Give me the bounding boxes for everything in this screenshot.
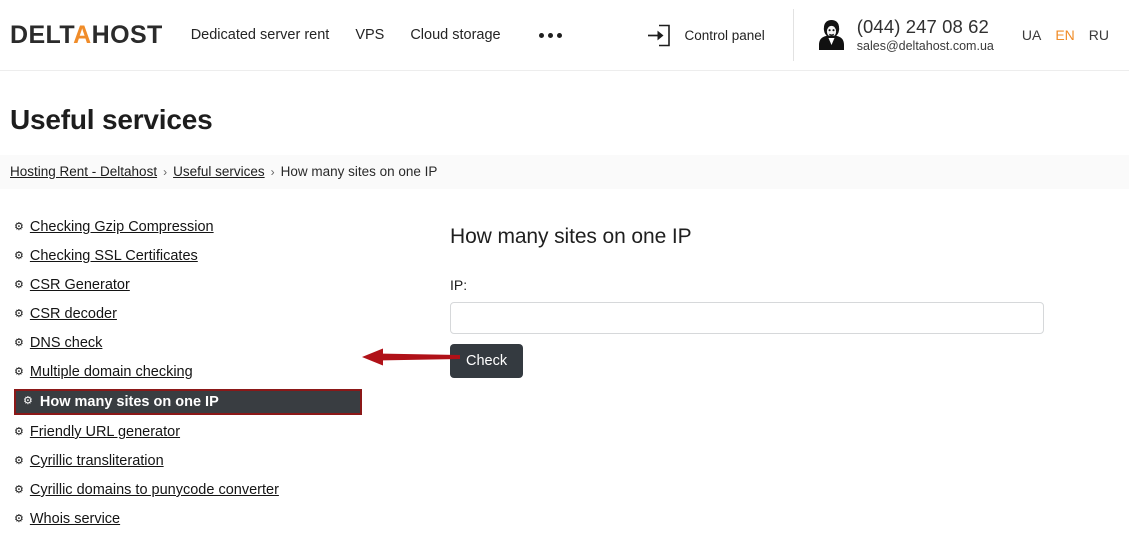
tool-heading: How many sites on one IP bbox=[450, 224, 692, 248]
logo-accent-letter: A bbox=[73, 20, 92, 49]
content-area: ⚙ Checking Gzip Compression ⚙ Checking S… bbox=[0, 189, 1129, 534]
check-button[interactable]: Check bbox=[450, 343, 524, 378]
sidebar-item-label: Cyrillic domains to punycode converter bbox=[29, 482, 279, 498]
ip-field-label: IP: bbox=[450, 276, 468, 293]
gear-icon: ⚙ bbox=[14, 365, 24, 378]
sidebar-item-label: Cyrillic transliteration bbox=[29, 453, 164, 469]
sidebar-item-csr-generator[interactable]: ⚙ CSR Generator bbox=[14, 271, 130, 300]
sidebar-item-how-many-sites-on-one-ip[interactable]: ⚙ How many sites on one IP bbox=[14, 388, 362, 415]
phone-number[interactable]: (044) 247 08 62 bbox=[857, 16, 994, 39]
sidebar-item-label: Multiple domain checking bbox=[29, 364, 193, 380]
sidebar-item-label: CSR Generator bbox=[29, 277, 130, 293]
breadcrumb-item-current: How many sites on one IP bbox=[280, 164, 438, 179]
login-icon bbox=[648, 24, 671, 46]
sidebar-item-label: Friendly URL generator bbox=[29, 424, 181, 440]
sidebar-item-dns-check[interactable]: ⚙ DNS check bbox=[14, 329, 102, 358]
more-menu-icon[interactable] bbox=[537, 29, 564, 42]
gear-icon: ⚙ bbox=[14, 425, 24, 438]
control-panel-label: Control panel bbox=[684, 27, 765, 43]
services-sidebar: ⚙ Checking Gzip Compression ⚙ Checking S… bbox=[0, 213, 440, 534]
breadcrumb-separator-2: › bbox=[270, 164, 275, 179]
email-address[interactable]: sales@deltahost.com.ua bbox=[857, 39, 994, 54]
dot-2 bbox=[547, 32, 553, 38]
logo-part-1: DELT bbox=[10, 20, 74, 49]
control-panel-link[interactable]: Control panel bbox=[646, 24, 792, 47]
nav-item-vps[interactable]: VPS bbox=[355, 27, 384, 43]
header-right-group: Control panel (044) 247 08 62 sales@delt… bbox=[646, 0, 1129, 70]
site-header: DELTAHOST Dedicated server rent VPS Clou… bbox=[0, 0, 1129, 71]
gear-icon: ⚙ bbox=[14, 278, 24, 291]
gear-icon: ⚙ bbox=[23, 395, 33, 407]
gear-icon: ⚙ bbox=[14, 512, 24, 525]
contact-block: (044) 247 08 62 sales@deltahost.com.ua bbox=[792, 9, 994, 61]
sidebar-item-checking-ssl-certificates[interactable]: ⚙ Checking SSL Certificates bbox=[14, 242, 198, 271]
primary-navigation: Dedicated server rent VPS Cloud storage bbox=[191, 27, 564, 43]
sidebar-item-friendly-url-generator[interactable]: ⚙ Friendly URL generator bbox=[14, 418, 180, 447]
sidebar-item-multiple-domain-checking[interactable]: ⚙ Multiple domain checking bbox=[14, 358, 193, 387]
ip-input[interactable] bbox=[450, 301, 1044, 334]
sidebar-item-label: DNS check bbox=[29, 335, 103, 351]
breadcrumb-separator-1: › bbox=[163, 164, 168, 179]
sidebar-item-label: Checking SSL Certificates bbox=[29, 248, 198, 264]
breadcrumb-item-useful-services[interactable]: Useful services bbox=[173, 164, 265, 179]
gear-icon: ⚙ bbox=[14, 307, 24, 320]
breadcrumb: Hosting Rent - Deltahost › Useful servic… bbox=[0, 154, 1129, 189]
sidebar-item-label: Checking Gzip Compression bbox=[29, 219, 214, 235]
logo-part-2: HOST bbox=[91, 20, 163, 49]
dot-3 bbox=[556, 32, 562, 38]
main-panel: How many sites on one IP IP: Check bbox=[440, 213, 1129, 378]
gear-icon: ⚙ bbox=[14, 220, 24, 233]
nav-item-dedicated-server-rent[interactable]: Dedicated server rent bbox=[191, 27, 330, 43]
page-title: Useful services bbox=[10, 103, 213, 135]
sidebar-item-csr-decoder[interactable]: ⚙ CSR decoder bbox=[14, 300, 117, 329]
sidebar-item-label: Whois service bbox=[29, 511, 121, 527]
dot-1 bbox=[538, 32, 544, 38]
gear-icon: ⚙ bbox=[14, 336, 24, 349]
gear-icon: ⚙ bbox=[14, 249, 24, 262]
breadcrumb-item-home[interactable]: Hosting Rent - Deltahost bbox=[10, 164, 157, 179]
deltahost-logo[interactable]: DELTAHOST bbox=[10, 20, 163, 49]
sidebar-item-label: How many sites on one IP bbox=[39, 393, 219, 410]
support-agent-icon bbox=[818, 20, 844, 50]
sidebar-item-cyrillic-domains-to-punycode-converter[interactable]: ⚙ Cyrillic domains to punycode converter bbox=[14, 476, 279, 505]
sidebar-item-whois-service[interactable]: ⚙ Whois service bbox=[14, 505, 120, 534]
language-switcher: UA EN RU bbox=[1022, 27, 1129, 43]
sidebar-item-checking-gzip-compression[interactable]: ⚙ Checking Gzip Compression bbox=[14, 213, 214, 242]
sidebar-item-label: CSR decoder bbox=[29, 306, 117, 322]
gear-icon: ⚙ bbox=[14, 454, 24, 467]
nav-item-cloud-storage[interactable]: Cloud storage bbox=[410, 27, 500, 43]
sidebar-item-cyrillic-transliteration[interactable]: ⚙ Cyrillic transliteration bbox=[14, 447, 164, 476]
gear-icon: ⚙ bbox=[14, 483, 24, 496]
lang-option-ua[interactable]: UA bbox=[1022, 27, 1041, 43]
contact-text: (044) 247 08 62 sales@deltahost.com.ua bbox=[857, 16, 994, 54]
lang-option-ru[interactable]: RU bbox=[1089, 27, 1109, 43]
lang-option-en[interactable]: EN bbox=[1055, 27, 1074, 43]
